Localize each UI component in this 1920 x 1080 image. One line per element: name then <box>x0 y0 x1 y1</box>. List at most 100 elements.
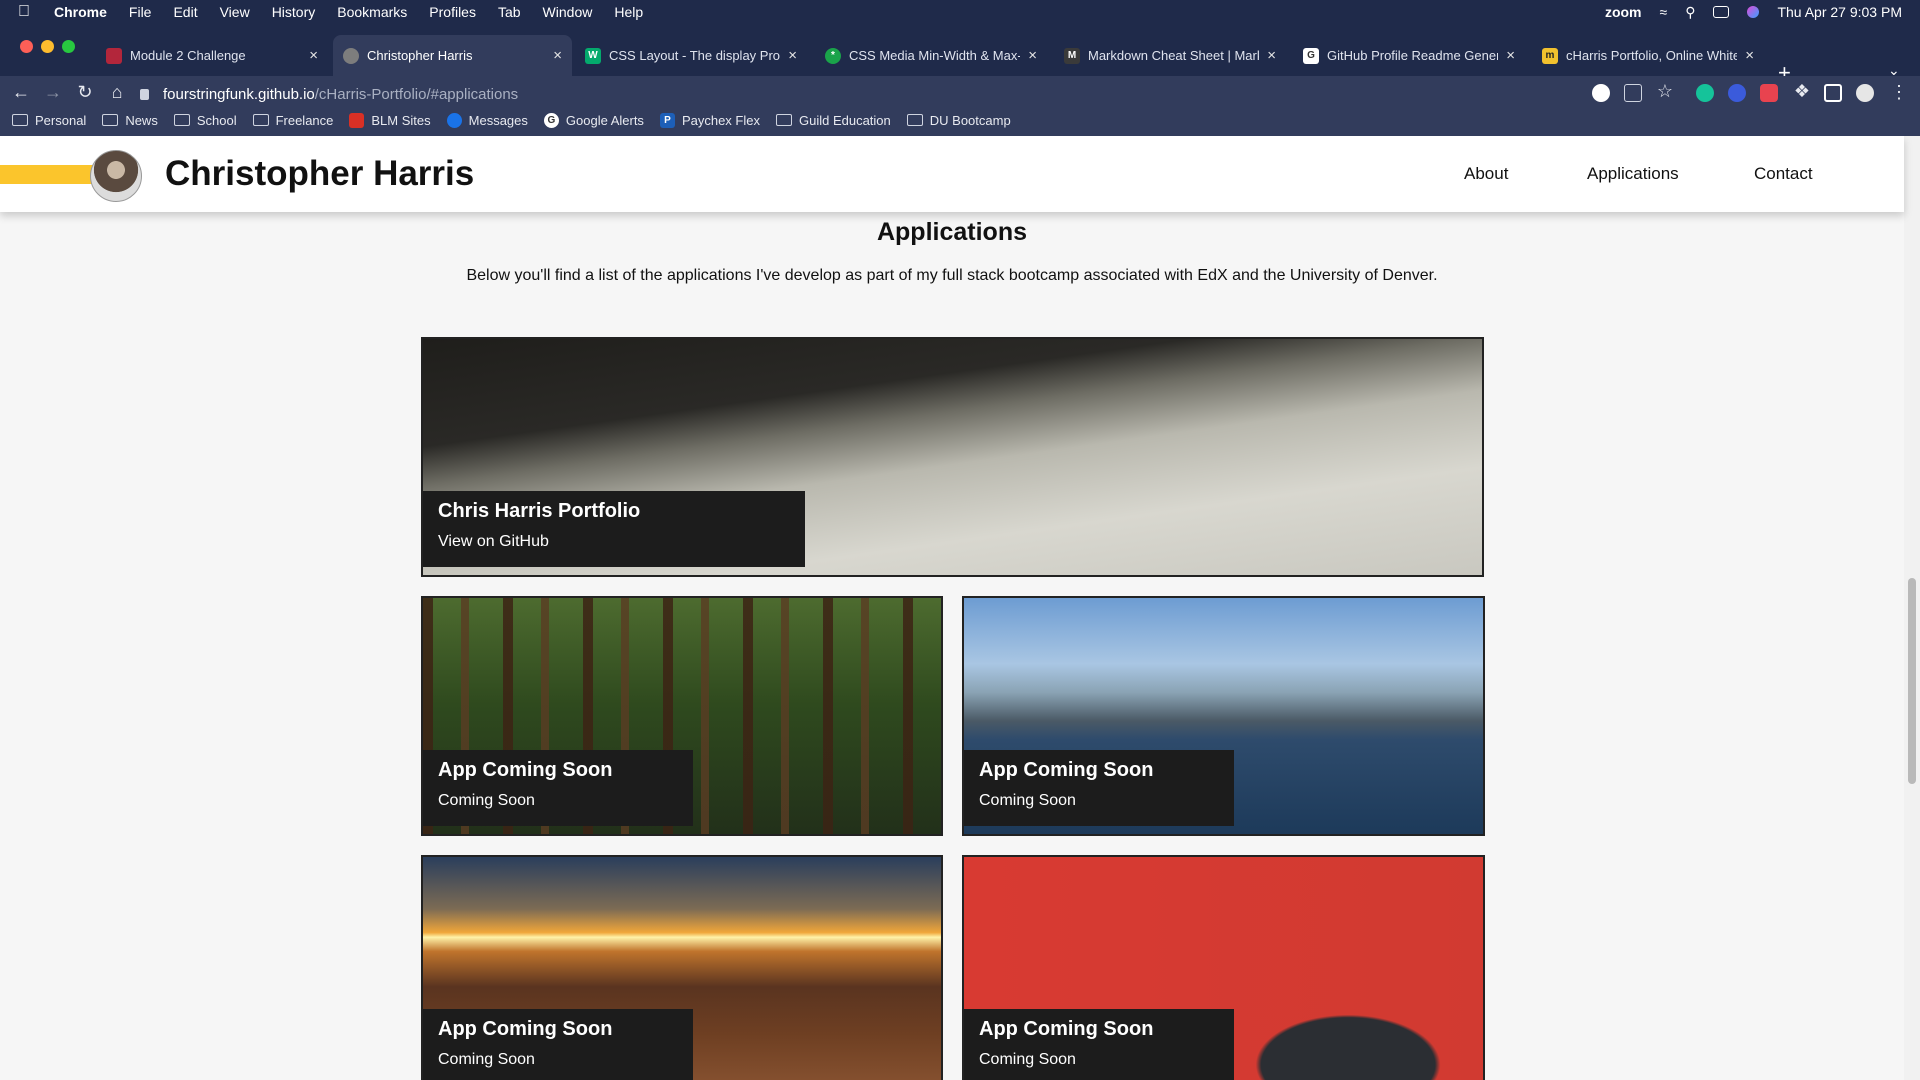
tab-module-2-challenge[interactable]: Module 2 Challenge × <box>96 35 328 76</box>
zoom-window-button[interactable] <box>62 40 75 53</box>
menu-window[interactable]: Window <box>543 4 593 20</box>
menu-tab[interactable]: Tab <box>498 4 521 20</box>
tab-label: GitHub Profile Readme Genera <box>1327 48 1499 63</box>
bookmark-messages[interactable]: Messages <box>446 112 528 128</box>
bookmark-paychex-flex[interactable]: P Paychex Flex <box>659 112 760 128</box>
miro-icon: m <box>1542 47 1558 64</box>
close-tab-icon[interactable]: × <box>1745 47 1754 64</box>
tab-label: cHarris Portfolio, Online Whitel <box>1566 48 1738 63</box>
menu-file[interactable]: File <box>129 4 152 20</box>
zoom-status[interactable]: zoom <box>1605 4 1642 20</box>
menubar-status-area: zoom ≈ ⚲ Thu Apr 27 9:03 PM <box>1605 0 1902 24</box>
bookmark-blm-sites[interactable]: BLM Sites <box>349 112 431 128</box>
close-tab-icon[interactable]: × <box>788 47 797 64</box>
folder-icon <box>173 114 190 126</box>
clock[interactable]: Thu Apr 27 9:03 PM <box>1777 4 1902 20</box>
section-title: Applications <box>876 218 1027 246</box>
control-center-icon[interactable] <box>1713 6 1730 18</box>
readme-icon: G <box>1303 47 1319 64</box>
bookmark-star-icon[interactable]: ☆ <box>1654 81 1676 102</box>
close-tab-icon[interactable]: × <box>1267 47 1276 64</box>
folder-icon <box>12 114 28 126</box>
w3schools-icon: W <box>585 47 601 64</box>
bookmark-label: News <box>125 112 158 128</box>
scrollbar-thumb[interactable] <box>1908 578 1916 784</box>
section-description: Below you'll find a list of the applicat… <box>466 267 1438 284</box>
folder-icon <box>775 114 792 126</box>
nav-applications[interactable]: Applications <box>1587 164 1679 184</box>
markdown-icon: M <box>1064 47 1080 64</box>
bookmark-label: Paychex Flex <box>681 112 760 128</box>
bookmark-google-alerts[interactable]: G Google Alerts <box>543 112 644 128</box>
tab-label: Christopher Harris <box>367 48 473 63</box>
bookmark-label: Messages <box>468 112 528 128</box>
forward-icon[interactable]: → <box>42 82 64 103</box>
apple-icon[interactable]:  <box>18 3 38 21</box>
tab-label: Module 2 Challenge <box>130 48 246 63</box>
bookmark-personal[interactable]: Personal <box>12 113 86 128</box>
close-tab-icon[interactable]: × <box>1028 47 1037 64</box>
bookmark-label: Guild Education <box>798 112 891 128</box>
menu-help[interactable]: Help <box>614 4 643 20</box>
puzzle-icon[interactable]: ❖ <box>1791 81 1813 102</box>
reload-icon[interactable]: ↻ <box>74 82 96 103</box>
app-card-portfolio[interactable]: Chris Harris Portfolio View on GitHub <box>421 337 1484 577</box>
grammarly-icon[interactable] <box>1696 84 1714 102</box>
card-caption: App Coming Soon Coming Soon <box>423 750 693 826</box>
home-icon[interactable]: ⌂ <box>106 82 128 103</box>
paychex-icon: P <box>659 112 675 128</box>
menu-profiles[interactable]: Profiles <box>429 4 476 20</box>
menu-edit[interactable]: Edit <box>173 4 197 20</box>
app-card-dog[interactable]: App Coming Soon Coming Soon <box>962 855 1485 1080</box>
tab-css-media[interactable]: * CSS Media Min-Width & Max-W × <box>815 35 1047 76</box>
card-caption: App Coming Soon Coming Soon <box>964 750 1234 826</box>
google-icon: G <box>543 112 559 128</box>
app-card-desert[interactable]: App Coming Soon Coming Soon <box>421 855 943 1080</box>
siri-icon[interactable] <box>1747 6 1760 18</box>
side-panel-icon[interactable] <box>1824 84 1842 102</box>
tab-charris-portfolio[interactable]: m cHarris Portfolio, Online Whitel × <box>1532 35 1764 76</box>
avatar[interactable] <box>1856 84 1874 102</box>
view-on-github-link[interactable]: View on GitHub <box>438 533 790 551</box>
page-viewport: Christopher Harris About Applications Co… <box>0 136 1920 1080</box>
close-tab-icon[interactable]: × <box>553 47 562 64</box>
google-icon[interactable] <box>1592 84 1610 102</box>
bookmark-news[interactable]: News <box>102 113 158 128</box>
tab-christopher-harris[interactable]: Christopher Harris × <box>333 35 572 76</box>
card-title: Chris Harris Portfolio <box>438 500 641 522</box>
tab-css-layout[interactable]: W CSS Layout - The display Prop × <box>575 35 807 76</box>
app-card-forest[interactable]: App Coming Soon Coming Soon <box>421 596 943 836</box>
back-icon[interactable]: ← <box>10 82 32 103</box>
accent-bar <box>0 165 102 184</box>
tab-github-profile-readme[interactable]: G GitHub Profile Readme Genera × <box>1293 35 1525 76</box>
kebab-menu-icon[interactable]: ⋮ <box>1888 82 1910 103</box>
screen-recorder-icon[interactable] <box>1760 84 1778 102</box>
card-subtitle: Coming Soon <box>979 1051 1076 1068</box>
bookmark-label: Google Alerts <box>565 112 644 128</box>
search-icon[interactable]: ⚲ <box>1685 4 1695 21</box>
menu-bookmarks[interactable]: Bookmarks <box>337 4 407 20</box>
shield-icon <box>106 47 122 64</box>
close-tab-icon[interactable]: × <box>1506 47 1515 64</box>
bookmark-guild-education[interactable]: Guild Education <box>775 112 891 128</box>
wifi-icon[interactable]: ≈ <box>1660 4 1668 20</box>
nav-about[interactable]: About <box>1464 164 1508 184</box>
minimize-window-button[interactable] <box>41 40 54 53</box>
card-caption: Chris Harris Portfolio View on GitHub <box>423 491 805 567</box>
close-tab-icon[interactable]: × <box>309 47 318 64</box>
bookmark-school[interactable]: School <box>173 112 237 128</box>
url-host: fourstringfunk.github.io <box>163 85 315 103</box>
menu-view[interactable]: View <box>220 4 250 20</box>
bookmark-label: School <box>196 112 237 128</box>
lock-icon[interactable] <box>140 88 149 100</box>
share-icon[interactable] <box>1624 84 1642 102</box>
menu-history[interactable]: History <box>272 4 316 20</box>
nav-contact[interactable]: Contact <box>1754 164 1813 184</box>
bookmark-du-bootcamp[interactable]: DU Bootcamp <box>906 113 1011 128</box>
bookmark-freelance[interactable]: Freelance <box>252 113 333 128</box>
menu-chrome[interactable]: Chrome <box>54 4 107 20</box>
app-card-lake[interactable]: App Coming Soon Coming Soon <box>962 596 1485 836</box>
extension-icon[interactable] <box>1728 84 1746 102</box>
close-window-button[interactable] <box>20 40 33 53</box>
tab-markdown-cheat-sheet[interactable]: M Markdown Cheat Sheet | Markd × <box>1054 35 1286 76</box>
